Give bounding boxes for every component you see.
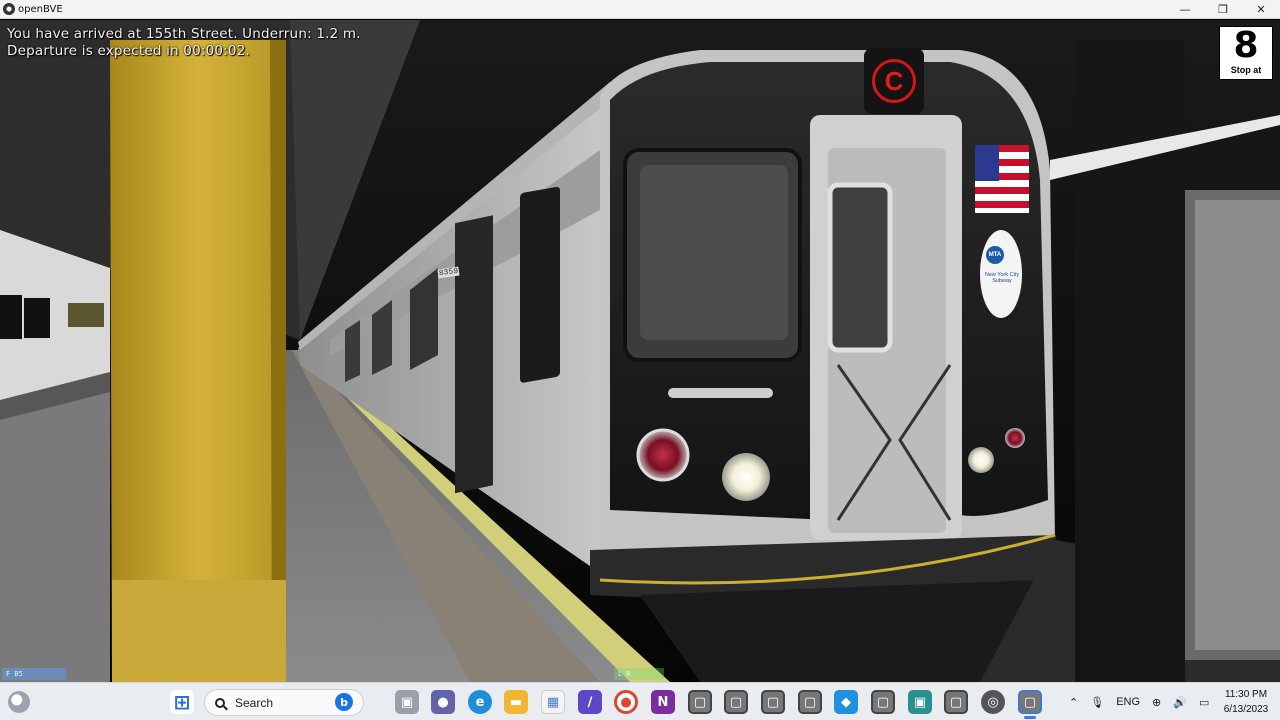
openbve-window-icon[interactable]: ▢	[688, 690, 712, 714]
close-button[interactable]: ✕	[1242, 0, 1280, 19]
weather-icon[interactable]	[8, 691, 30, 713]
start-button[interactable]: ⊞	[170, 690, 194, 714]
door-indicator: L R	[614, 668, 664, 680]
teams-chat-icon[interactable]: ●	[431, 690, 455, 714]
stop-marker-sign: 8 Stop at	[1219, 26, 1273, 80]
route-letter: C	[872, 59, 916, 103]
visual-studio-icon[interactable]: ∕	[578, 690, 602, 714]
language-indicator[interactable]: ENG	[1116, 696, 1140, 708]
active-window-indicator	[1024, 716, 1036, 719]
system-tray: ⌃ 🎙 ENG ⊕ 🔊 ▭	[1063, 683, 1215, 720]
window-titlebar: openBVE — ❐ ✕	[0, 0, 1280, 19]
file-explorer-icon[interactable]: ▬	[504, 690, 528, 714]
edge-icon[interactable]: e	[468, 690, 492, 714]
route-sign: C	[864, 48, 924, 114]
stop-marker-label: Stop at	[1230, 65, 1262, 75]
onenote-icon[interactable]: N	[651, 690, 675, 714]
clock-date: 6/13/2023	[1223, 704, 1269, 715]
window-title: openBVE	[18, 3, 63, 15]
clock-time: 11:30 PM	[1224, 689, 1268, 700]
chrome-icon[interactable]: ●	[614, 690, 638, 714]
search-box[interactable]: Search b	[204, 689, 364, 716]
mta-logo: MTA New York City Subway	[980, 230, 1022, 318]
openbve-window-icon[interactable]: ▢	[724, 690, 748, 714]
departure-message: Departure is expected in 00:00:02.	[7, 43, 251, 59]
openbve-app-icon	[3, 3, 15, 15]
openbve-window-icon[interactable]: ▢	[944, 690, 968, 714]
maximize-button[interactable]: ❐	[1204, 0, 1242, 19]
recording-app-icon[interactable]: ◎	[981, 690, 1005, 714]
openbve-window-icon[interactable]: ▢	[761, 690, 785, 714]
simulator-viewport[interactable]: C MTA New York City Subway 8359 You have…	[0, 20, 1280, 682]
task-view-icon[interactable]: ▣	[395, 690, 419, 714]
volume-icon[interactable]: 🔊	[1173, 696, 1187, 709]
search-icon	[215, 697, 225, 708]
minimize-button[interactable]: —	[1166, 0, 1204, 19]
openbve-window-icon[interactable]: ▢	[798, 690, 822, 714]
app-teal-icon[interactable]: ▣	[908, 690, 932, 714]
station-scene	[0, 20, 1280, 682]
clock[interactable]: 11:30 PM 6/13/2023	[1218, 687, 1274, 717]
battery-icon[interactable]: ▭	[1199, 696, 1209, 709]
reverser-indicator: F B5	[2, 668, 66, 680]
chevron-up-icon[interactable]: ⌃	[1069, 696, 1078, 709]
network-icon[interactable]: ⊕	[1152, 696, 1161, 709]
bing-icon[interactable]: b	[335, 693, 353, 711]
app-blue-icon[interactable]: ◆	[834, 690, 858, 714]
microphone-icon[interactable]: 🎙	[1090, 696, 1104, 709]
openbve-active-icon[interactable]: ▢	[1018, 690, 1042, 714]
openbve-window-icon[interactable]: ▢	[871, 690, 895, 714]
stop-marker-number: 8	[1233, 25, 1259, 66]
arrival-message: You have arrived at 155th Street. Underr…	[7, 26, 361, 42]
store-icon[interactable]: ▦	[541, 690, 565, 714]
mta-subtitle: New York City Subway	[984, 272, 1020, 284]
mta-emblem: MTA	[986, 246, 1004, 264]
search-label: Search	[235, 695, 274, 710]
windows-taskbar: ⊞ Search b ▣ ● e ▬ ▦ ∕ ● N ▢ ▢ ▢ ▢ ◆ ▢ ▣…	[0, 682, 1280, 720]
